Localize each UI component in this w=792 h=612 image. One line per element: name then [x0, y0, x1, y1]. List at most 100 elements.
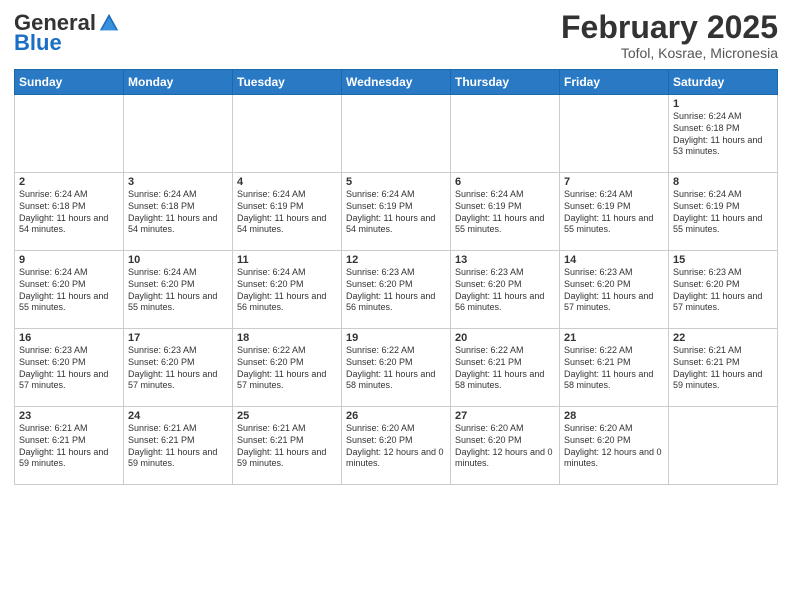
- logo-blue-text: Blue: [14, 30, 62, 56]
- header: General Blue February 2025 Tofol, Kosrae…: [14, 10, 778, 61]
- calendar-week-row: 23 Sunrise: 6:21 AM Sunset: 6:21 PM Dayli…: [15, 407, 778, 485]
- calendar-header-row: SundayMondayTuesdayWednesdayThursdayFrid…: [15, 70, 778, 95]
- day-info: Sunrise: 6:24 AM Sunset: 6:19 PM Dayligh…: [455, 189, 555, 236]
- day-info: Sunrise: 6:20 AM Sunset: 6:20 PM Dayligh…: [564, 423, 664, 470]
- calendar-day-cell: [15, 95, 124, 173]
- calendar-day-cell: 12Sunrise: 6:23 AM Sunset: 6:20 PM Dayli…: [342, 251, 451, 329]
- calendar-day-cell: 19Sunrise: 6:22 AM Sunset: 6:20 PM Dayli…: [342, 329, 451, 407]
- calendar-day-cell: 26Sunrise: 6:20 AM Sunset: 6:20 PM Dayli…: [342, 407, 451, 485]
- day-number: 17: [128, 332, 228, 344]
- calendar-day-cell: [233, 95, 342, 173]
- day-of-week-header: Friday: [560, 70, 669, 95]
- day-of-week-header: Tuesday: [233, 70, 342, 95]
- day-number: 25: [237, 410, 337, 422]
- day-info: Sunrise: 6:21 AM Sunset: 6:21 PM Dayligh…: [128, 423, 228, 470]
- day-info: Sunrise: 6:22 AM Sunset: 6:21 PM Dayligh…: [455, 345, 555, 392]
- calendar-day-cell: 5Sunrise: 6:24 AM Sunset: 6:19 PM Daylig…: [342, 173, 451, 251]
- calendar-week-row: 9Sunrise: 6:24 AM Sunset: 6:20 PM Daylig…: [15, 251, 778, 329]
- day-of-week-header: Monday: [124, 70, 233, 95]
- calendar-day-cell: 28Sunrise: 6:20 AM Sunset: 6:20 PM Dayli…: [560, 407, 669, 485]
- day-number: 9: [19, 254, 119, 266]
- day-number: 10: [128, 254, 228, 266]
- calendar-day-cell: 16Sunrise: 6:23 AM Sunset: 6:20 PM Dayli…: [15, 329, 124, 407]
- day-number: 21: [564, 332, 664, 344]
- calendar-day-cell: 15Sunrise: 6:23 AM Sunset: 6:20 PM Dayli…: [669, 251, 778, 329]
- day-number: 7: [564, 176, 664, 188]
- day-info: Sunrise: 6:20 AM Sunset: 6:20 PM Dayligh…: [346, 423, 446, 470]
- day-number: 16: [19, 332, 119, 344]
- calendar-table: SundayMondayTuesdayWednesdayThursdayFrid…: [14, 69, 778, 485]
- day-number: 8: [673, 176, 773, 188]
- calendar-day-cell: 3Sunrise: 6:24 AM Sunset: 6:18 PM Daylig…: [124, 173, 233, 251]
- day-number: 14: [564, 254, 664, 266]
- title-block: February 2025 Tofol, Kosrae, Micronesia: [561, 10, 778, 61]
- day-number: 26: [346, 410, 446, 422]
- calendar-week-row: 1Sunrise: 6:24 AM Sunset: 6:18 PM Daylig…: [15, 95, 778, 173]
- day-info: Sunrise: 6:24 AM Sunset: 6:19 PM Dayligh…: [564, 189, 664, 236]
- calendar-day-cell: 13Sunrise: 6:23 AM Sunset: 6:20 PM Dayli…: [451, 251, 560, 329]
- day-number: 5: [346, 176, 446, 188]
- calendar-day-cell: 2Sunrise: 6:24 AM Sunset: 6:18 PM Daylig…: [15, 173, 124, 251]
- day-info: Sunrise: 6:21 AM Sunset: 6:21 PM Dayligh…: [673, 345, 773, 392]
- day-info: Sunrise: 6:23 AM Sunset: 6:20 PM Dayligh…: [673, 267, 773, 314]
- day-number: 13: [455, 254, 555, 266]
- day-number: 3: [128, 176, 228, 188]
- day-number: 27: [455, 410, 555, 422]
- day-info: Sunrise: 6:23 AM Sunset: 6:20 PM Dayligh…: [564, 267, 664, 314]
- day-number: 28: [564, 410, 664, 422]
- day-number: 6: [455, 176, 555, 188]
- day-info: Sunrise: 6:22 AM Sunset: 6:21 PM Dayligh…: [564, 345, 664, 392]
- calendar-day-cell: 22Sunrise: 6:21 AM Sunset: 6:21 PM Dayli…: [669, 329, 778, 407]
- calendar-day-cell: 10Sunrise: 6:24 AM Sunset: 6:20 PM Dayli…: [124, 251, 233, 329]
- calendar-day-cell: [342, 95, 451, 173]
- day-of-week-header: Wednesday: [342, 70, 451, 95]
- calendar-day-cell: [124, 95, 233, 173]
- calendar-day-cell: 6Sunrise: 6:24 AM Sunset: 6:19 PM Daylig…: [451, 173, 560, 251]
- day-info: Sunrise: 6:22 AM Sunset: 6:20 PM Dayligh…: [346, 345, 446, 392]
- calendar-day-cell: 23Sunrise: 6:21 AM Sunset: 6:21 PM Dayli…: [15, 407, 124, 485]
- day-number: 4: [237, 176, 337, 188]
- day-info: Sunrise: 6:20 AM Sunset: 6:20 PM Dayligh…: [455, 423, 555, 470]
- day-number: 23: [19, 410, 119, 422]
- day-info: Sunrise: 6:22 AM Sunset: 6:20 PM Dayligh…: [237, 345, 337, 392]
- calendar-day-cell: 4Sunrise: 6:24 AM Sunset: 6:19 PM Daylig…: [233, 173, 342, 251]
- calendar-day-cell: 9Sunrise: 6:24 AM Sunset: 6:20 PM Daylig…: [15, 251, 124, 329]
- day-info: Sunrise: 6:23 AM Sunset: 6:20 PM Dayligh…: [128, 345, 228, 392]
- day-number: 24: [128, 410, 228, 422]
- day-number: 20: [455, 332, 555, 344]
- day-info: Sunrise: 6:24 AM Sunset: 6:20 PM Dayligh…: [128, 267, 228, 314]
- calendar-day-cell: 1Sunrise: 6:24 AM Sunset: 6:18 PM Daylig…: [669, 95, 778, 173]
- day-info: Sunrise: 6:23 AM Sunset: 6:20 PM Dayligh…: [455, 267, 555, 314]
- calendar-day-cell: 25Sunrise: 6:21 AM Sunset: 6:21 PM Dayli…: [233, 407, 342, 485]
- calendar-week-row: 16Sunrise: 6:23 AM Sunset: 6:20 PM Dayli…: [15, 329, 778, 407]
- day-info: Sunrise: 6:24 AM Sunset: 6:18 PM Dayligh…: [128, 189, 228, 236]
- calendar-day-cell: 11Sunrise: 6:24 AM Sunset: 6:20 PM Dayli…: [233, 251, 342, 329]
- location: Tofol, Kosrae, Micronesia: [561, 45, 778, 61]
- calendar-day-cell: [560, 95, 669, 173]
- calendar-day-cell: 14Sunrise: 6:23 AM Sunset: 6:20 PM Dayli…: [560, 251, 669, 329]
- logo-icon: [98, 12, 120, 34]
- day-of-week-header: Saturday: [669, 70, 778, 95]
- calendar-week-row: 2Sunrise: 6:24 AM Sunset: 6:18 PM Daylig…: [15, 173, 778, 251]
- calendar-day-cell: 27Sunrise: 6:20 AM Sunset: 6:20 PM Dayli…: [451, 407, 560, 485]
- month-title: February 2025: [561, 10, 778, 45]
- day-number: 12: [346, 254, 446, 266]
- day-number: 19: [346, 332, 446, 344]
- day-info: Sunrise: 6:24 AM Sunset: 6:18 PM Dayligh…: [673, 111, 773, 158]
- calendar-day-cell: 20Sunrise: 6:22 AM Sunset: 6:21 PM Dayli…: [451, 329, 560, 407]
- calendar-day-cell: 18Sunrise: 6:22 AM Sunset: 6:20 PM Dayli…: [233, 329, 342, 407]
- day-info: Sunrise: 6:23 AM Sunset: 6:20 PM Dayligh…: [19, 345, 119, 392]
- calendar-day-cell: 8Sunrise: 6:24 AM Sunset: 6:19 PM Daylig…: [669, 173, 778, 251]
- day-number: 15: [673, 254, 773, 266]
- day-number: 18: [237, 332, 337, 344]
- day-number: 22: [673, 332, 773, 344]
- calendar-day-cell: 24Sunrise: 6:21 AM Sunset: 6:21 PM Dayli…: [124, 407, 233, 485]
- calendar-day-cell: 17Sunrise: 6:23 AM Sunset: 6:20 PM Dayli…: [124, 329, 233, 407]
- calendar-day-cell: [451, 95, 560, 173]
- day-info: Sunrise: 6:24 AM Sunset: 6:20 PM Dayligh…: [19, 267, 119, 314]
- logo: General Blue: [14, 10, 120, 56]
- page-container: General Blue February 2025 Tofol, Kosrae…: [0, 0, 792, 491]
- day-number: 2: [19, 176, 119, 188]
- day-info: Sunrise: 6:24 AM Sunset: 6:18 PM Dayligh…: [19, 189, 119, 236]
- day-of-week-header: Sunday: [15, 70, 124, 95]
